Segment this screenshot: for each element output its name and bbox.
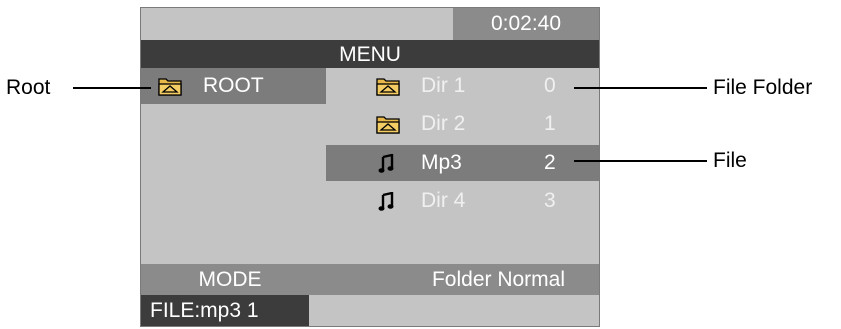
- entry-index: 1: [544, 112, 556, 135]
- file-status: FILE:mp3 1: [150, 299, 259, 322]
- folder-icon: [158, 78, 182, 96]
- entry-name: Dir 1: [421, 74, 466, 97]
- folder-icon: [376, 78, 400, 96]
- music-note-icon: [378, 154, 394, 173]
- entry-index: 0: [544, 74, 556, 97]
- entry-name: Mp3: [421, 151, 462, 174]
- music-note-icon: [378, 192, 394, 211]
- callout-file-folder-line: [574, 87, 707, 89]
- entry-name: Dir 4: [421, 189, 466, 212]
- entry-index: 3: [544, 189, 556, 212]
- callout-file-line: [574, 160, 707, 162]
- callout-file-folder-label: File Folder: [713, 76, 813, 99]
- callout-root-line: [73, 87, 151, 89]
- mode-label[interactable]: MODE: [141, 264, 319, 295]
- callout-root-label: Root: [6, 76, 51, 99]
- menu-title[interactable]: MENU: [141, 40, 599, 68]
- list-item[interactable]: Dir 2 1: [326, 106, 599, 142]
- entry-name: Dir 2: [421, 112, 466, 135]
- entry-index: 2: [544, 151, 556, 174]
- elapsed-time: 0:02:40: [490, 12, 562, 35]
- list-item-selected[interactable]: Mp3 2: [326, 145, 599, 181]
- callout-file-label: File: [713, 149, 747, 172]
- list-item[interactable]: Dir 1 0: [326, 68, 599, 104]
- list-item[interactable]: Dir 4 3: [326, 183, 599, 219]
- root-label: ROOT: [203, 74, 264, 97]
- folder-icon: [376, 116, 400, 134]
- mode-value: Folder Normal: [431, 268, 566, 291]
